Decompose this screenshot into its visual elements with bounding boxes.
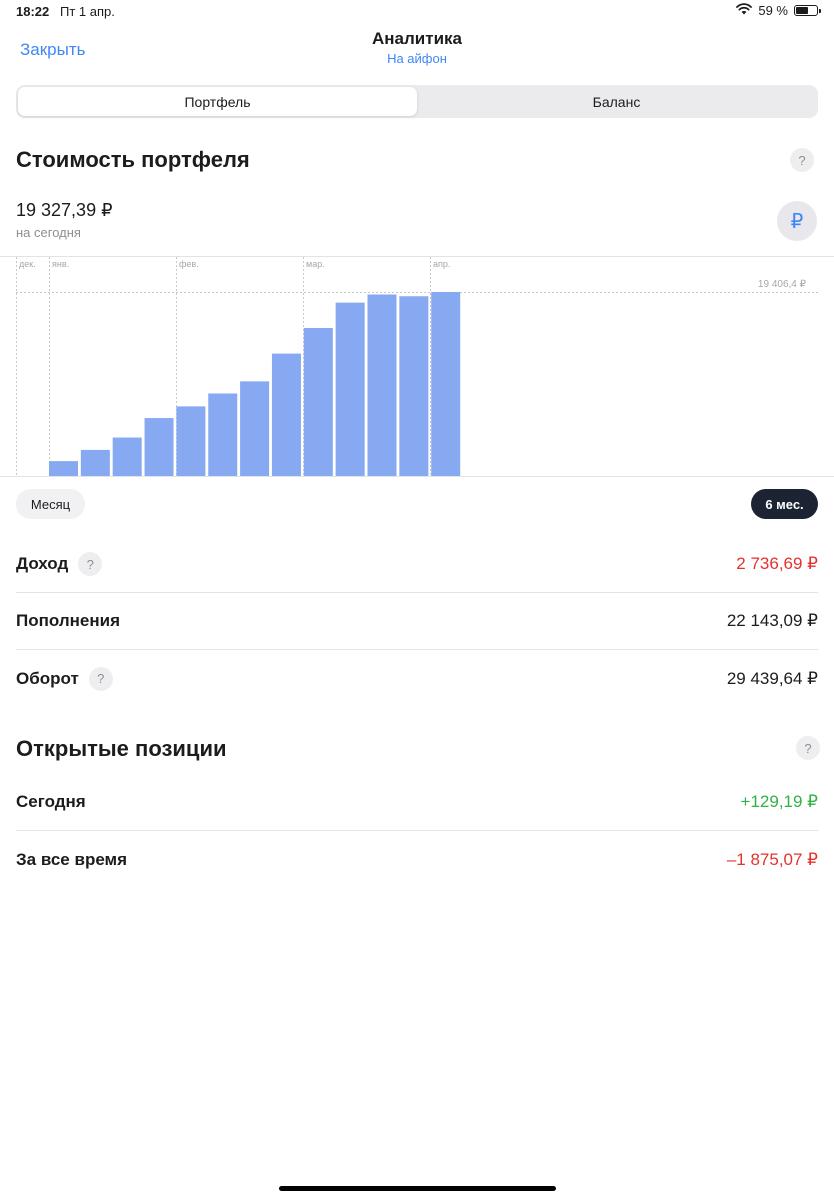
stat-label-turnover: Оборот [16, 668, 79, 688]
period-6-months-button[interactable]: 6 мес. [751, 489, 818, 519]
portfolio-chart-svg: дек. янв. фев. мар. апр. 19 406,4 ₽ [16, 257, 818, 476]
chart-bar [49, 461, 78, 476]
chart-bar [208, 393, 238, 476]
currency-button[interactable]: ₽ [777, 201, 817, 241]
tab-balance[interactable]: Баланс [417, 87, 816, 116]
status-time: 18:22 [16, 4, 50, 19]
status-indicators: 59 % [736, 3, 821, 18]
month-label: мар. [306, 259, 325, 269]
period-month-button[interactable]: Месяц [16, 489, 85, 519]
status-date: Пт 1 апр. [60, 4, 115, 19]
battery-percent: 59 % [758, 3, 788, 18]
chart-bar [367, 294, 397, 476]
segmented-control: Портфель Баланс [16, 85, 818, 118]
tab-portfolio[interactable]: Портфель [18, 87, 417, 116]
month-label: апр. [433, 259, 450, 269]
position-value-all-time: –1 875,07 ₽ [726, 849, 818, 869]
portfolio-chart: дек. янв. фев. мар. апр. 19 406,4 ₽ [0, 256, 834, 477]
battery-icon [794, 5, 821, 16]
battery-fill [796, 7, 808, 14]
page-subtitle[interactable]: На айфон [0, 51, 834, 66]
chart-bar [240, 381, 270, 476]
page-title: Аналитика [372, 29, 462, 48]
chart-bar [303, 327, 333, 476]
positions-title: Открытые позиции [16, 736, 227, 761]
home-indicator [279, 1186, 556, 1191]
chart-bar [112, 437, 142, 476]
chart-bar [431, 292, 461, 476]
position-value-today: +129,19 ₽ [740, 792, 818, 811]
stat-value-income: 2 736,69 ₽ [736, 554, 818, 573]
portfolio-help-button[interactable]: ? [790, 148, 814, 172]
stat-row-deposits: Пополнения 22 143,09 ₽ [16, 593, 818, 650]
stat-row-income: Доход ? 2 736,69 ₽ [16, 536, 818, 593]
position-label-all-time: За все время [16, 849, 128, 869]
month-label: фев. [179, 259, 199, 269]
positions-help-button[interactable]: ? [796, 736, 820, 760]
stat-value-deposits: 22 143,09 ₽ [726, 611, 818, 630]
chart-bar [176, 406, 206, 476]
stat-row-turnover: Оборот ? 29 439,64 ₽ [16, 650, 818, 707]
position-row-today: Сегодня +129,19 ₽ [16, 774, 818, 831]
ruble-icon: ₽ [790, 210, 804, 233]
month-label: янв. [52, 259, 69, 269]
chart-bar [399, 296, 429, 476]
wifi-icon [736, 3, 753, 18]
month-label: дек. [19, 259, 36, 269]
stat-label-income: Доход [16, 554, 69, 573]
portfolio-title: Стоимость портфеля [16, 147, 250, 172]
income-help-button[interactable]: ? [78, 552, 103, 576]
stat-value-turnover: 29 439,64 ₽ [726, 668, 818, 688]
stat-label-deposits: Пополнения [16, 611, 120, 630]
position-row-all-time: За все время –1 875,07 ₽ [16, 831, 818, 888]
max-value-label: 19 406,4 ₽ [758, 279, 807, 290]
portfolio-value: 19 327,39 ₽ [16, 200, 113, 220]
portfolio-value-caption: на сегодня [16, 225, 81, 240]
chart-bar [144, 418, 174, 476]
turnover-help-button[interactable]: ? [88, 666, 113, 691]
chart-bar [80, 449, 110, 476]
chart-bar [335, 302, 365, 476]
position-label-today: Сегодня [16, 792, 86, 811]
chart-bar [271, 353, 301, 476]
